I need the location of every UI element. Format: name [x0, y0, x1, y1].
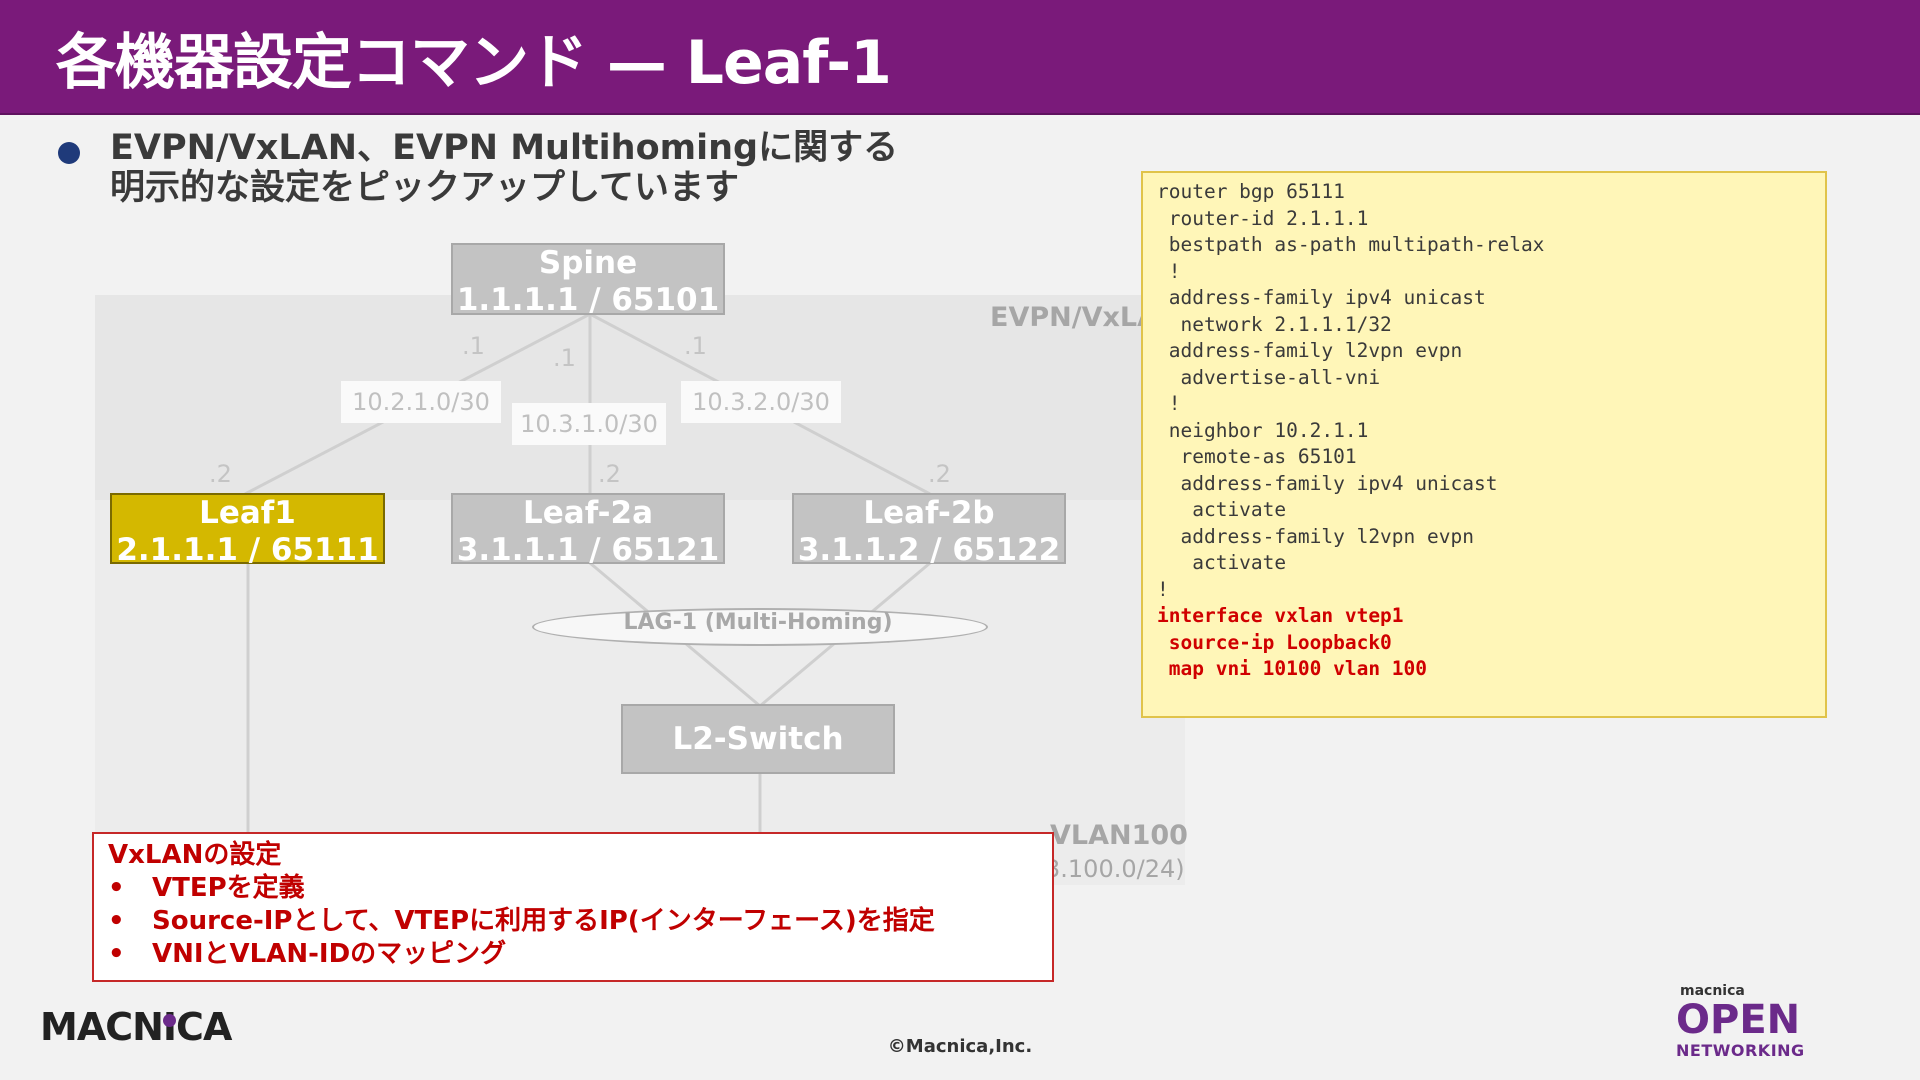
spine-node: Spine 1.1.1.1 / 65101: [451, 243, 725, 318]
vlan-subnet: 3.100.0/24): [1045, 855, 1185, 883]
lag-label: LAG-1 (Multi-Homing): [623, 610, 893, 635]
ip-tag: .2: [209, 460, 232, 488]
note-title: VxLANの設定: [108, 840, 282, 870]
evpn-label: EVPN/VxLA: [990, 302, 1158, 333]
config-highlight-line: map vni 10100 vlan 100: [1157, 657, 1428, 680]
config-line: !: [1157, 577, 1169, 601]
config-line: address-family l2vpn evpn: [1157, 524, 1474, 548]
config-line: advertise-all-vni: [1157, 365, 1381, 389]
vlan-label: VLAN100: [1050, 820, 1188, 851]
config-line: router-id 2.1.1.1: [1157, 206, 1369, 230]
open-networking-logo: macnica OPEN NETWORKING: [1676, 983, 1816, 1060]
open-logo-big: OPEN: [1676, 997, 1801, 1043]
spine-addr: 1.1.1.1 / 65101: [456, 282, 720, 318]
leaf1-node: Leaf1 2.1.1.1 / 65111: [110, 493, 385, 568]
leaf2a-addr: 3.1.1.1 / 65121: [456, 532, 720, 568]
leaf2b-node: Leaf-2b 3.1.1.2 / 65122: [792, 493, 1066, 568]
config-line: !: [1157, 259, 1181, 283]
leaf1-addr: 2.1.1.1 / 65111: [116, 532, 379, 568]
leaf1-name: Leaf1: [199, 495, 296, 531]
leaf2a-node: Leaf-2a 3.1.1.1 / 65121: [451, 493, 725, 568]
config-line: address-family l2vpn evpn: [1157, 339, 1463, 362]
leaf2a-name: Leaf-2a: [523, 495, 653, 531]
config-line: activate: [1157, 551, 1287, 574]
leaf2b-name: Leaf-2b: [863, 495, 995, 531]
note-item-text: Source-IPとして、VTEPに利用するIP(インターフェース)を指定: [152, 906, 935, 936]
config-line: !: [1157, 392, 1181, 415]
note-bullet: •: [108, 939, 125, 969]
config-line: address-family ipv4 unicast: [1157, 286, 1486, 309]
note-item-text: VTEPを定義: [152, 873, 305, 903]
macnica-logo-dot: [163, 1014, 176, 1027]
note-item: • VTEPを定義: [108, 872, 1038, 905]
note-bullet: •: [108, 873, 125, 903]
config-line: network 2.1.1.1/32: [1157, 312, 1392, 336]
subnet-label: 10.2.1.0/30: [341, 381, 501, 423]
config-line: address-family ipv4 unicast: [1157, 471, 1498, 495]
leaf2b-addr: 3.1.1.2 / 65122: [797, 532, 1061, 568]
ip-tag: .2: [928, 460, 951, 488]
config-highlight-line: interface vxlan vtep1: [1157, 604, 1404, 627]
config-code-box: router bgp 65111 router-id 2.1.1.1 bestp…: [1141, 171, 1827, 718]
subnet-label: 10.3.1.0/30: [512, 403, 666, 445]
ip-tag: .1: [553, 344, 576, 372]
ip-tag: .1: [684, 332, 707, 360]
note-item: • VNIとVLAN-IDのマッピング: [108, 938, 1038, 971]
config-highlight-line: source-ip Loopback0: [1157, 630, 1392, 654]
vxlan-note-box: VxLANの設定 • VTEPを定義 • Source-IPとして、VTEPに利用す…: [92, 832, 1054, 982]
open-logo-sub: NETWORKING: [1676, 1041, 1805, 1060]
note-item-text: VNIとVLAN-IDのマッピング: [152, 939, 507, 969]
config-line: remote-as 65101: [1157, 445, 1357, 468]
config-line: neighbor 10.2.1.1: [1157, 418, 1369, 442]
config-line: bestpath as-path multipath-relax: [1157, 233, 1545, 256]
l2switch-node: L2-Switch: [621, 704, 895, 774]
note-bullet: •: [108, 906, 125, 936]
ip-tag: .1: [462, 332, 485, 360]
spine-name: Spine: [538, 245, 638, 281]
note-item: • Source-IPとして、VTEPに利用するIP(インターフェース)を指定: [108, 905, 1038, 938]
config-line: router bgp 65111: [1157, 180, 1345, 203]
subnet-label: 10.3.2.0/30: [681, 381, 841, 423]
copyright-text: ©Macnica,Inc.: [887, 1036, 1033, 1057]
ip-tag: .2: [598, 460, 621, 488]
l2switch-name: L2-Switch: [672, 721, 844, 757]
config-line: activate: [1157, 498, 1287, 521]
